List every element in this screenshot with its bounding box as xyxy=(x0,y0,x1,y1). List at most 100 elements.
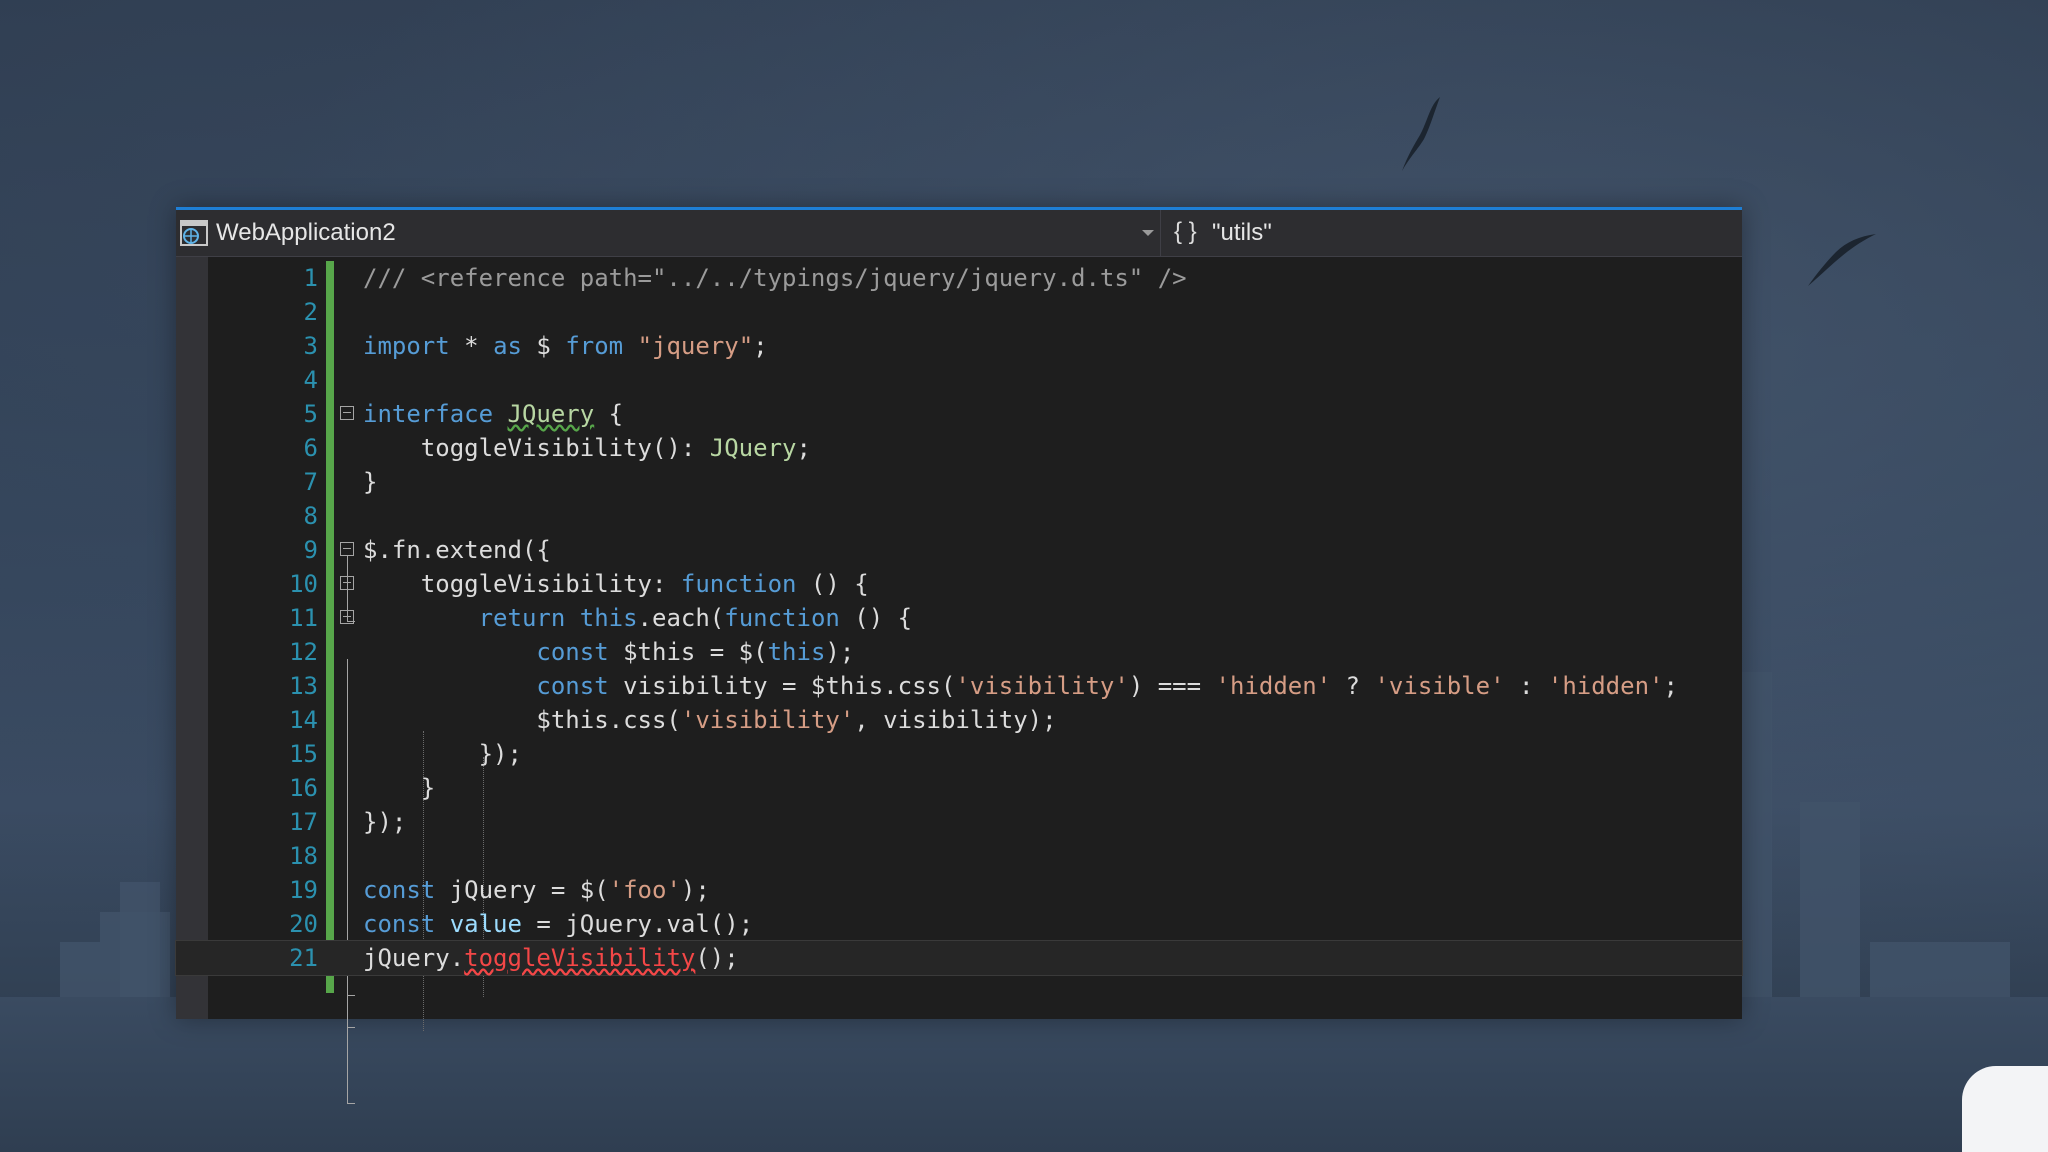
line-number: 2 xyxy=(303,298,318,326)
code-token: this xyxy=(579,604,638,632)
line-number: 3 xyxy=(303,332,318,360)
code-token: 'hidden' xyxy=(1547,672,1664,700)
line-number: 16 xyxy=(289,774,318,802)
code-token: } xyxy=(363,774,436,802)
code-token: const xyxy=(363,876,436,904)
code-line[interactable]: 3 import * as $ from "jquery"; xyxy=(176,329,1742,363)
code-token: }); xyxy=(363,808,407,836)
code-token: function xyxy=(724,604,840,632)
code-text: const jQuery = $('foo'); xyxy=(363,873,710,907)
namespace-dropdown[interactable]: "utils" xyxy=(1212,219,1272,247)
line-number: 7 xyxy=(303,468,318,496)
code-token: ? xyxy=(1331,672,1375,700)
code-token: () { xyxy=(796,570,869,598)
seagull-icon xyxy=(1808,234,1876,286)
line-number: 12 xyxy=(289,638,318,666)
code-line[interactable]: 2 xyxy=(176,295,1742,329)
code-token: JQuery xyxy=(709,434,797,462)
project-dropdown[interactable]: WebApplication2 xyxy=(176,210,1161,256)
line-number: 5 xyxy=(303,400,318,428)
code-token: 'visibility' xyxy=(680,706,855,734)
code-token: toggleVisibility(): xyxy=(363,434,710,462)
code-line[interactable]: 5 interface JQuery { xyxy=(176,397,1742,431)
code-token: ; xyxy=(796,434,811,462)
code-token: $ xyxy=(521,332,566,360)
code-token: "jquery" xyxy=(637,332,754,360)
seagull-icon xyxy=(1402,97,1440,171)
code-text: /// <reference path="../../typings/jquer… xyxy=(363,261,1187,295)
line-number: 4 xyxy=(303,366,318,394)
line-number: 13 xyxy=(289,672,318,700)
line-number: 19 xyxy=(289,876,318,904)
code-line[interactable]: 4 xyxy=(176,363,1742,397)
line-number: 17 xyxy=(289,808,318,836)
line-number: 18 xyxy=(289,842,318,870)
code-text: } xyxy=(363,771,435,805)
code-token: jQuery. xyxy=(363,944,465,972)
sea xyxy=(0,997,2048,1152)
code-text: toggleVisibility(): JQuery; xyxy=(363,431,811,465)
code-line[interactable]: 21 jQuery.toggleVisibility(); xyxy=(175,940,1743,976)
line-number: 15 xyxy=(289,740,318,768)
code-line[interactable]: 13 const visibility = $this.css('visibil… xyxy=(176,669,1742,703)
code-area[interactable]: 1 /// <reference path="../../typings/jque… xyxy=(175,257,1743,1104)
code-text: $this.css('visibility', visibility); xyxy=(363,703,1057,737)
code-line[interactable]: 18 xyxy=(176,839,1742,873)
code-line[interactable]: 14 $this.css('visibility', visibility); xyxy=(176,703,1742,737)
code-token: } xyxy=(363,468,378,496)
code-token: this xyxy=(767,638,826,666)
line-number: 14 xyxy=(289,706,318,734)
code-text: interface JQuery { xyxy=(363,397,623,431)
code-line[interactable]: 6 toggleVisibility(): JQuery; xyxy=(176,431,1742,465)
code-text: import * as $ from "jquery"; xyxy=(363,329,768,363)
code-token: 'foo' xyxy=(608,876,681,904)
collapse-toggle-icon[interactable] xyxy=(340,406,354,420)
project-name: WebApplication2 xyxy=(216,219,396,246)
code-token: : xyxy=(1504,672,1548,700)
code-text: return this.each(function () { xyxy=(363,601,913,635)
code-line[interactable]: 9 $.fn.extend({ xyxy=(176,533,1742,567)
code-token: toggleVisibility xyxy=(464,944,696,972)
code-line[interactable]: 10 toggleVisibility: function () { xyxy=(176,567,1742,601)
code-token: , visibility); xyxy=(854,706,1057,734)
code-token: interface xyxy=(363,400,494,428)
line-number: 8 xyxy=(303,502,318,530)
code-line[interactable]: 1 /// <reference path="../../typings/jque… xyxy=(176,261,1742,295)
collapse-toggle-icon[interactable] xyxy=(340,610,354,624)
code-line[interactable]: 17}); xyxy=(176,805,1742,839)
code-line[interactable]: 16 } xyxy=(176,771,1742,805)
code-token: value xyxy=(449,910,522,938)
code-text: } xyxy=(363,465,377,499)
collapse-toggle-icon[interactable] xyxy=(340,542,354,556)
code-token: return xyxy=(478,604,566,632)
code-line[interactable]: 20 const value = jQuery.val(); xyxy=(176,907,1742,941)
code-text: jQuery.toggleVisibility(); xyxy=(363,941,739,975)
web-project-icon xyxy=(180,220,208,246)
code-line[interactable]: 8 xyxy=(176,499,1742,533)
code-token: 'hidden' xyxy=(1215,672,1332,700)
chevron-down-icon[interactable] xyxy=(1142,230,1154,236)
code-token: () { xyxy=(839,604,913,632)
code-text: }); xyxy=(363,805,406,839)
line-number: 9 xyxy=(303,536,318,564)
code-line[interactable]: 19 const jQuery = $('foo'); xyxy=(176,873,1742,907)
code-token: { xyxy=(594,400,624,428)
code-token: /// <reference path="../../typings/jquer… xyxy=(363,264,1187,292)
code-token: ; xyxy=(1663,672,1678,700)
code-line[interactable]: 15 }); xyxy=(176,737,1742,771)
code-line[interactable]: 11 return this.each(function () { xyxy=(176,601,1742,635)
code-token: ) === xyxy=(1128,672,1216,700)
code-text: }); xyxy=(363,737,522,771)
code-line[interactable]: 12 const $this = $(this); xyxy=(176,635,1742,669)
code-token: from xyxy=(565,332,624,360)
line-number: 6 xyxy=(303,434,318,462)
code-token: const xyxy=(536,638,609,666)
code-token: 'visible' xyxy=(1374,672,1505,700)
collapse-toggle-icon[interactable] xyxy=(340,576,354,590)
line-number: 1 xyxy=(303,264,318,292)
code-line[interactable]: 7} xyxy=(176,465,1742,499)
